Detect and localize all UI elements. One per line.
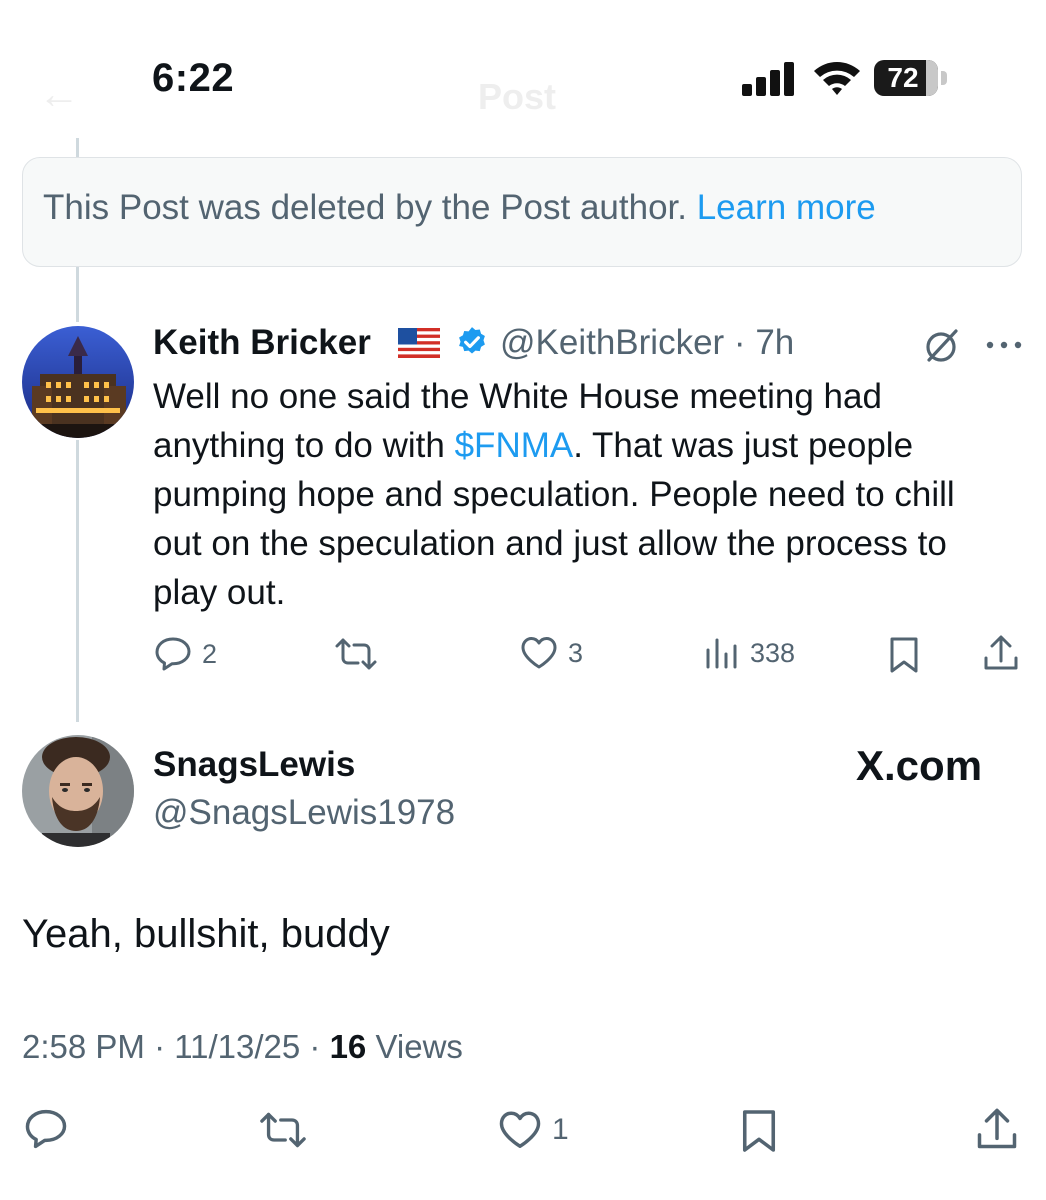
battery-level: 72	[887, 62, 919, 93]
thread-line-bottom	[76, 440, 79, 722]
cashtag-link[interactable]: $FNMA	[455, 426, 574, 465]
reply-author-name[interactable]: SnagsLewis	[153, 745, 355, 785]
avatar-snagslewis[interactable]	[22, 735, 134, 847]
views-button[interactable]: 338	[704, 636, 795, 670]
bookmark-button[interactable]	[888, 636, 920, 674]
us-flag-icon	[398, 328, 440, 358]
x-com-watermark: X.com	[856, 742, 983, 789]
grok-icon[interactable]	[923, 327, 961, 365]
author-name[interactable]: Keith Bricker	[153, 323, 371, 363]
cellular-signal-icon	[742, 62, 794, 96]
repost-icon	[260, 1112, 306, 1148]
learn-more-link[interactable]: Learn more	[697, 188, 876, 227]
post-time: 7h	[755, 323, 795, 362]
thread-line-top	[76, 138, 79, 158]
repost-button-2[interactable]	[258, 1110, 308, 1150]
post-text: Well no one said the White House meeting…	[153, 377, 955, 612]
reply-button-2[interactable]	[24, 1108, 68, 1150]
repost-icon	[335, 638, 377, 670]
header-title: Post	[478, 76, 557, 117]
bookmark-button-2[interactable]	[740, 1108, 778, 1154]
share-icon	[984, 635, 1018, 670]
like-button-2[interactable]: 1	[498, 1110, 569, 1150]
battery-icon: 72	[874, 60, 948, 96]
deleted-post-notice: This Post was deleted by the Post author…	[22, 157, 1022, 267]
bookmark-icon	[890, 637, 918, 673]
reply-count: 2	[202, 638, 218, 669]
like-count: 3	[568, 637, 584, 668]
reply-author-handle[interactable]: @SnagsLewis1978	[153, 793, 455, 833]
thread-line-mid	[76, 267, 79, 322]
like-icon	[521, 637, 557, 669]
status-time: 6:22	[152, 56, 235, 100]
repost-button[interactable]	[334, 636, 378, 672]
like-button[interactable]: 3	[520, 636, 583, 670]
reply-icon	[155, 637, 191, 671]
wifi-icon	[814, 62, 860, 95]
share-button-2[interactable]	[976, 1106, 1018, 1152]
more-options-icon[interactable]	[986, 340, 1022, 350]
reply-button[interactable]: 2	[154, 636, 217, 672]
author-handle-time[interactable]: @KeithBricker · 7h	[500, 323, 794, 363]
reply-text: Yeah, bullshit, buddy	[22, 912, 390, 956]
like-icon	[499, 1111, 541, 1148]
bookmark-icon	[742, 1110, 776, 1152]
share-icon	[977, 1108, 1017, 1149]
views-icon	[706, 638, 737, 669]
deleted-post-text: This Post was deleted by the Post author…	[43, 188, 876, 227]
reply-meta: 2:58 PM · 11/13/25 · 16 Views	[22, 1028, 463, 1065]
reply-like-count: 1	[552, 1113, 569, 1146]
view-count: 338	[750, 637, 796, 668]
reply-icon	[25, 1109, 67, 1149]
avatar-keith-bricker[interactable]	[22, 326, 134, 438]
verified-badge-icon	[459, 327, 485, 354]
back-arrow-icon[interactable]: ←	[38, 70, 80, 118]
share-button[interactable]	[983, 634, 1019, 672]
